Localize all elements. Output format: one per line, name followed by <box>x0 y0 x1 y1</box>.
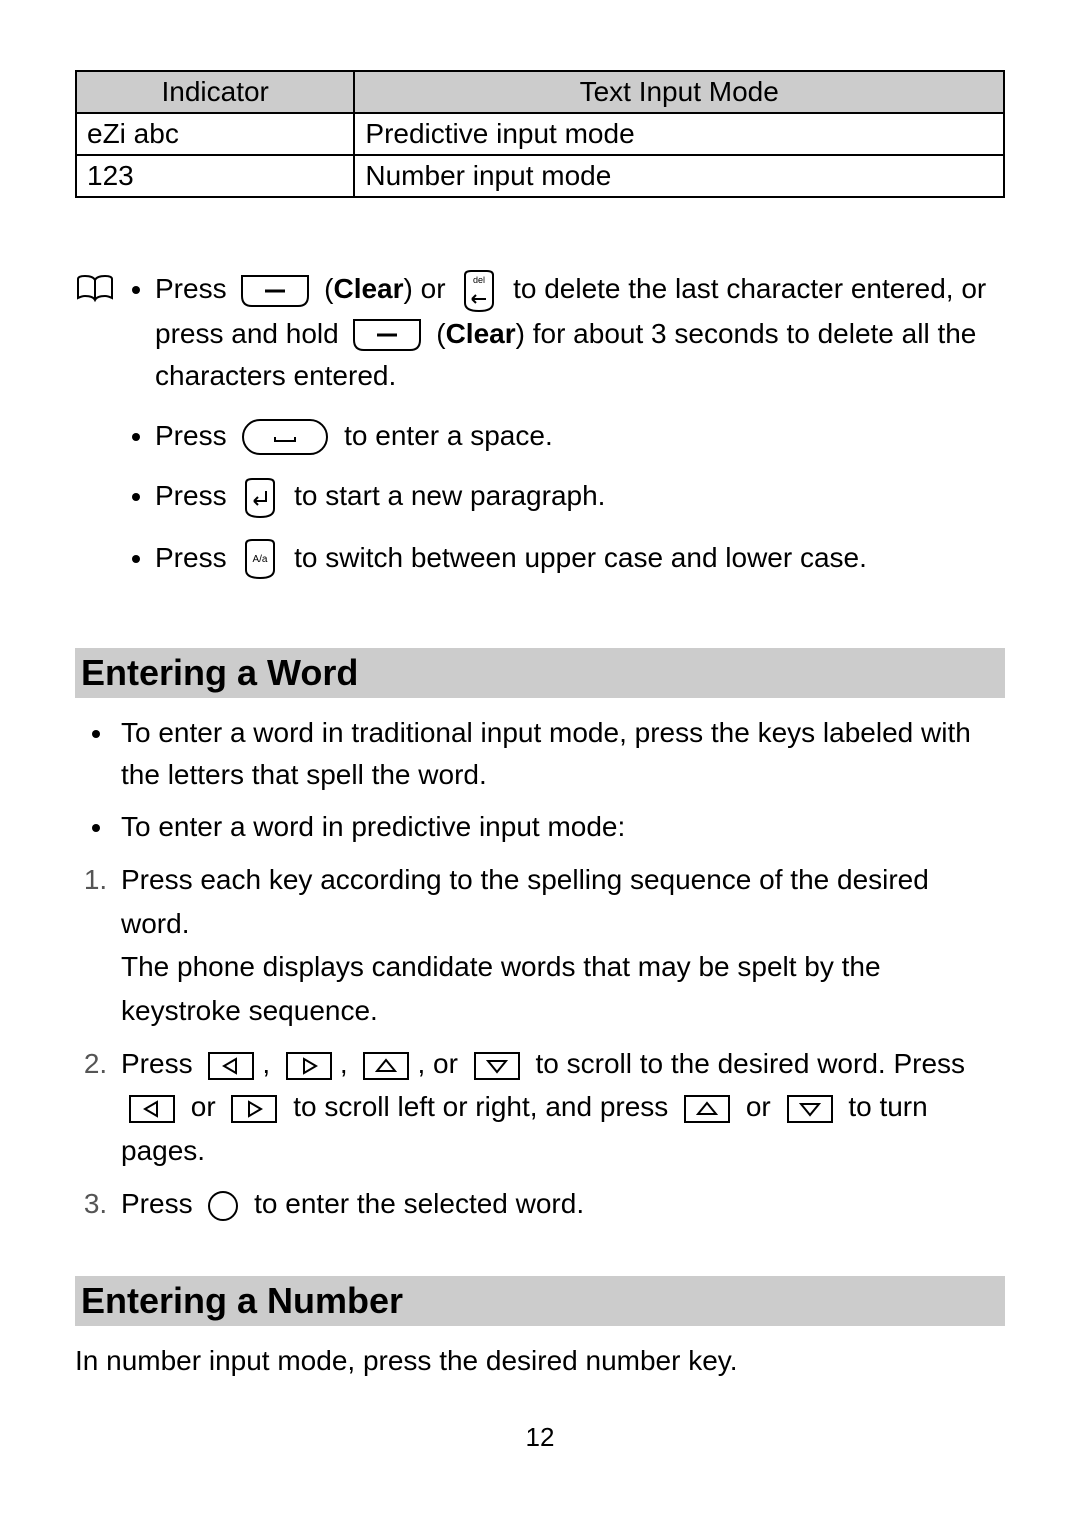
text: , <box>340 1048 356 1079</box>
text: Press <box>155 273 234 304</box>
space-key-icon <box>240 417 330 457</box>
cell-mode: Predictive input mode <box>354 113 1004 155</box>
text: Press each key according to the spelling… <box>121 864 929 938</box>
softkey-clear-icon <box>352 318 422 352</box>
note-item: Press to start a new paragraph. <box>155 475 1005 519</box>
del-key-icon: del <box>459 269 499 313</box>
entering-word-steps: Press each key according to the spelling… <box>75 858 1005 1225</box>
list-item: Press to enter the selected word. <box>115 1182 1005 1225</box>
text: Press <box>155 480 234 511</box>
page: Indicator Text Input Mode eZi abc Predic… <box>0 0 1080 1532</box>
arrow-up-key-icon <box>682 1093 732 1125</box>
arrow-up-key-icon <box>361 1050 411 1082</box>
book-icon <box>75 268 125 598</box>
table-row: eZi abc Predictive input mode <box>76 113 1004 155</box>
text: ( <box>436 318 445 349</box>
arrow-right-key-icon <box>284 1050 334 1082</box>
heading-entering-number: Entering a Number <box>75 1276 1005 1326</box>
text: Press <box>121 1188 200 1219</box>
svg-text:del: del <box>473 275 485 285</box>
text: ) or <box>404 273 454 304</box>
arrow-down-key-icon <box>472 1050 522 1082</box>
note-content: Press (Clear) or del <box>125 268 1005 598</box>
input-mode-table: Indicator Text Input Mode eZi abc Predic… <box>75 70 1005 198</box>
text: The phone displays candidate words that … <box>121 951 881 1025</box>
list-item: To enter a word in predictive input mode… <box>115 806 1005 848</box>
page-number: 12 <box>75 1422 1005 1453</box>
note-block: Press (Clear) or del <box>75 268 1005 598</box>
text-bold: Clear <box>333 273 403 304</box>
text: , or <box>417 1048 465 1079</box>
text: to enter a space. <box>344 420 553 451</box>
table-header-mode: Text Input Mode <box>354 71 1004 113</box>
arrow-right-key-icon <box>229 1093 279 1125</box>
text: to enter the selected word. <box>254 1188 584 1219</box>
note-item: Press (Clear) or del <box>155 268 1005 397</box>
case-key-icon: A/a <box>240 538 280 580</box>
entering-word-bullets: To enter a word in traditional input mod… <box>75 712 1005 848</box>
list-item: To enter a word in traditional input mod… <box>115 712 1005 796</box>
text: to start a new paragraph. <box>294 480 605 511</box>
heading-entering-word: Entering a Word <box>75 648 1005 698</box>
arrow-left-key-icon <box>127 1093 177 1125</box>
text: or <box>746 1091 779 1122</box>
list-item: Press , , , or <box>115 1042 1005 1172</box>
text: to switch between upper case and lower c… <box>294 542 867 573</box>
softkey-clear-icon <box>240 274 310 308</box>
text: or <box>191 1091 224 1122</box>
cell-indicator: 123 <box>76 155 354 197</box>
ok-key-icon <box>206 1189 240 1223</box>
text: Press <box>121 1048 200 1079</box>
cell-indicator: eZi abc <box>76 113 354 155</box>
entering-number-body: In number input mode, press the desired … <box>75 1340 1005 1382</box>
note-item: Press A/a to switch between upper case a… <box>155 537 1005 581</box>
cell-mode: Number input mode <box>354 155 1004 197</box>
text: to scroll to the desired word. Press <box>536 1048 966 1079</box>
text: , <box>262 1048 278 1079</box>
text: Press <box>155 420 234 451</box>
text-bold: Clear <box>446 318 516 349</box>
arrow-down-key-icon <box>785 1093 835 1125</box>
text: to scroll left or right, and press <box>293 1091 676 1122</box>
table-header-indicator: Indicator <box>76 71 354 113</box>
list-item: Press each key according to the spelling… <box>115 858 1005 1032</box>
arrow-left-key-icon <box>206 1050 256 1082</box>
table-row: 123 Number input mode <box>76 155 1004 197</box>
text: Press <box>155 542 234 573</box>
svg-text:A/a: A/a <box>253 554 268 565</box>
note-item: Press to enter a space. <box>155 415 1005 458</box>
enter-key-icon <box>240 477 280 519</box>
